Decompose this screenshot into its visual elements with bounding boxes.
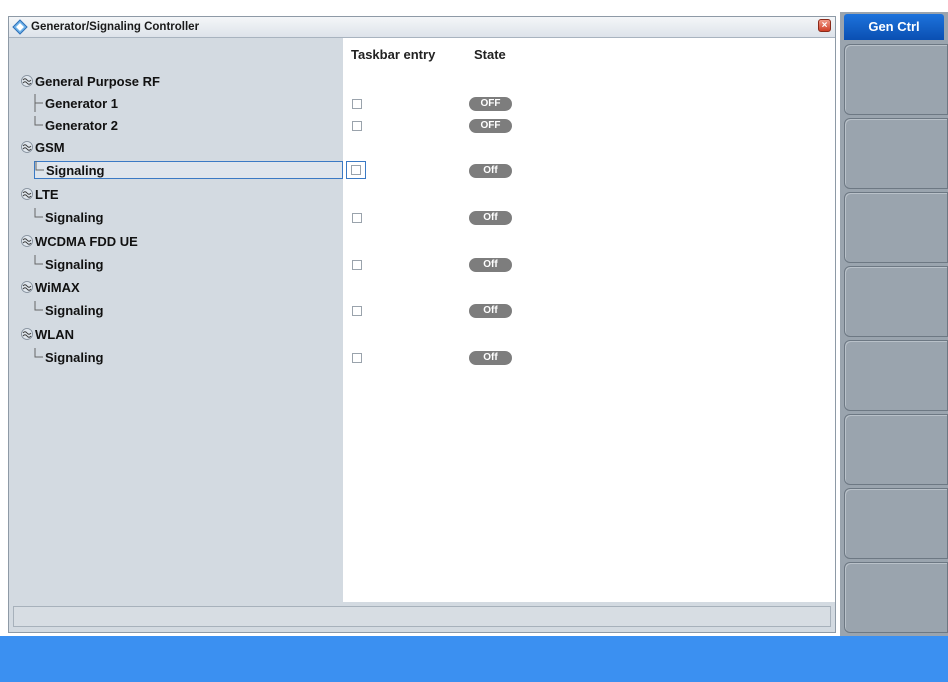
tree-branch-icon [34,94,43,112]
state-pane: Taskbar entry State [343,38,835,602]
state-toggle-wcdma-signaling[interactable]: Off [469,258,512,272]
taskbar-checkbox-lte-signaling[interactable] [352,213,362,223]
tree-item-wimax-signaling[interactable]: Signaling [34,301,104,319]
wave-icon [21,75,33,87]
generator-signaling-window: Generator/Signaling Controller × Taskbar… [8,16,836,633]
tree-category-label: GSM [35,139,65,155]
taskbar-checkbox-generator-1[interactable] [352,99,362,109]
wave-icon [21,328,33,340]
wave-icon [21,235,33,247]
state-toggle-wimax-signaling[interactable]: Off [469,304,512,318]
close-icon: × [821,20,828,31]
wave-icon [21,188,33,200]
softkey-2[interactable] [844,118,948,189]
tree-branch-icon [35,161,44,171]
softkey-3[interactable] [844,192,948,263]
tree-category-gsm[interactable]: GSM [21,138,65,156]
tree-item-gsm-signaling[interactable]: Signaling [34,161,343,179]
wave-icon [21,281,33,293]
tree-category-lte[interactable]: LTE [21,185,59,203]
taskbar-checkbox-wlan-signaling[interactable] [352,353,362,363]
taskbar-checkbox-wimax-signaling[interactable] [352,306,362,316]
softkey-4[interactable] [844,266,948,337]
tree-branch-icon [34,348,43,358]
softkey-5[interactable] [844,340,948,411]
state-header: State [474,47,506,62]
title-bar[interactable]: Generator/Signaling Controller × [9,17,835,38]
tree-category-wlan[interactable]: WLAN [21,325,74,343]
status-bar [13,606,831,627]
wave-icon [21,141,33,153]
tree-item-label: Signaling [45,302,104,318]
tree-item-wlan-signaling[interactable]: Signaling [34,348,104,366]
tree-item-label: Generator 2 [45,117,118,133]
tree-category-label: WiMAX [35,279,80,295]
tree-item-generator-2[interactable]: Generator 2 [34,116,118,134]
tree-category-wimax[interactable]: WiMAX [21,278,80,296]
softkey-panel: Gen Ctrl [840,12,948,636]
softkey-8[interactable] [844,562,948,633]
window-title: Generator/Signaling Controller [31,21,200,33]
softkey-7[interactable] [844,488,948,559]
tree-category-label: WLAN [35,326,74,342]
state-toggle-wlan-signaling[interactable]: Off [469,351,512,365]
tree-branch-icon [34,208,43,218]
tree-branch-icon [34,301,43,311]
tree-item-label: Signaling [45,209,104,225]
tree-item-label: Generator 1 [45,95,118,111]
close-button[interactable]: × [818,19,831,32]
tree-category-general-purpose-rf[interactable]: General Purpose RF [21,72,160,90]
tree-item-generator-1[interactable]: Generator 1 [34,94,118,112]
taskbar-entry-header: Taskbar entry [351,47,436,62]
tree-category-wcdma-fdd-ue[interactable]: WCDMA FDD UE [21,232,138,250]
taskbar-checkbox-gsm-signaling[interactable] [346,161,366,179]
tree-item-wcdma-signaling[interactable]: Signaling [34,255,104,273]
tree-category-label: General Purpose RF [35,73,160,89]
tree-item-lte-signaling[interactable]: Signaling [34,208,104,226]
state-toggle-gsm-signaling[interactable]: Off [469,164,512,178]
rs-diamond-icon [12,19,28,35]
state-toggle-generator-2[interactable]: OFF [469,119,512,133]
tree-branch-icon [34,255,43,265]
softkey-1[interactable] [844,44,948,115]
tree-item-label: Signaling [45,256,104,272]
tree-branch-icon [34,116,43,126]
taskbar-checkbox-wcdma-signaling[interactable] [352,260,362,270]
taskbar-checkbox-generator-2[interactable] [352,121,362,131]
tree-category-label: WCDMA FDD UE [35,233,138,249]
tree-item-label: Signaling [45,349,104,365]
bottom-hotkey-bar [0,636,948,682]
tree-category-label: LTE [35,186,59,202]
state-toggle-lte-signaling[interactable]: Off [469,211,512,225]
softkey-6[interactable] [844,414,948,485]
tree-item-label: Signaling [46,162,105,178]
state-toggle-generator-1[interactable]: OFF [469,97,512,111]
softkey-menu-title: Gen Ctrl [844,14,944,40]
